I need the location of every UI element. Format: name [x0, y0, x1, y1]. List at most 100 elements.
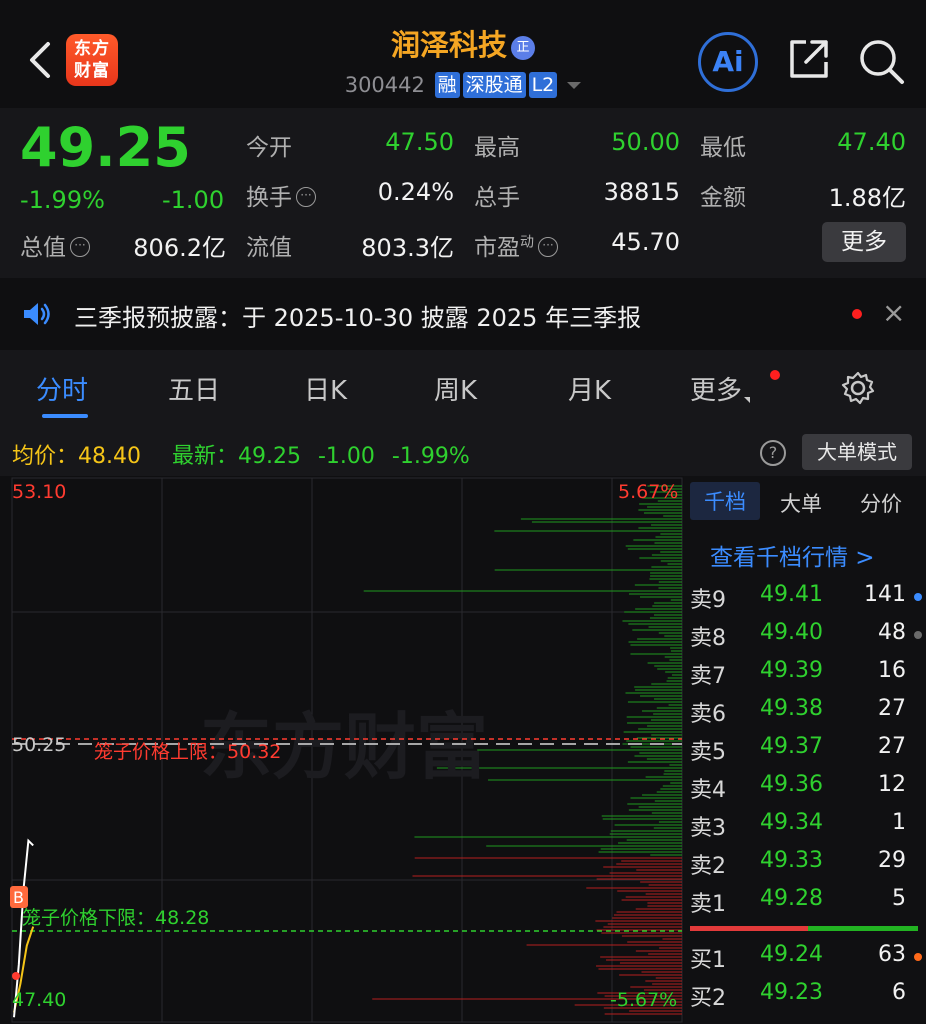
corner-caret-icon [744, 397, 751, 403]
big-order-mode-button[interactable]: 大单模式 [802, 434, 912, 470]
float-cap-label: 流值 [246, 235, 292, 261]
settings-gear-icon[interactable] [840, 370, 876, 410]
level-volume: 29 [878, 848, 906, 873]
tab-more[interactable]: 更多 [690, 370, 751, 407]
info-icon[interactable]: ··· [296, 187, 316, 207]
notice-bar[interactable]: 三季报预披露：于 2025-10-30 披露 2025 年三季报 × [0, 278, 926, 350]
change-percent: -1.99% [20, 186, 105, 214]
level-volume: 16 [878, 658, 906, 683]
level-label: 卖4 [690, 778, 726, 803]
level-dot [914, 593, 922, 601]
level-label: 买1 [690, 948, 726, 973]
level-label: 卖3 [690, 816, 726, 841]
ai-button[interactable]: Ai [698, 32, 758, 92]
level-volume: 1 [892, 810, 906, 835]
price-top-label: 53.10 [12, 481, 66, 503]
active-tab-indicator [42, 414, 88, 418]
tab-price-volume[interactable]: 分价 [860, 488, 902, 518]
help-icon[interactable]: ? [760, 440, 786, 466]
top-bar: 东方财富 润泽科技正 300442 融深股通 L2 Ai [0, 0, 926, 108]
tab-monthly-k[interactable]: 月K [568, 370, 611, 407]
avg-price-legend: 均价：48.40 [12, 444, 141, 469]
level-price: 49.41 [760, 582, 823, 607]
last-price: 49.25 [20, 116, 191, 179]
pe-dynamic-sup: 动 [520, 234, 534, 251]
chart-legend-bar: 均价：48.40 最新：49.25 -1.00 -1.99% ? 大单模式 [0, 428, 926, 476]
ask-row[interactable]: 卖1 49.28 5 [684, 882, 926, 918]
search-icon[interactable] [856, 36, 908, 88]
pct-bottom-label: -5.67% [610, 989, 677, 1011]
level-volume: 63 [878, 942, 906, 967]
tab-daily-k[interactable]: 日K [304, 370, 347, 407]
view-depth-link[interactable]: 查看千档行情 > [710, 538, 875, 572]
open-label: 今开 [246, 135, 292, 161]
chevron-down-icon[interactable] [567, 82, 582, 89]
level-volume: 141 [864, 582, 906, 607]
level-price: 49.37 [760, 734, 823, 759]
level-price: 49.33 [760, 848, 823, 873]
level-volume: 6 [892, 980, 906, 1005]
high-label: 最高 [474, 135, 520, 161]
ask-row[interactable]: 卖9 49.41 141 [684, 578, 926, 614]
level-label: 买2 [690, 986, 726, 1011]
turnover-label-text: 换手 [246, 185, 292, 211]
tab-weekly-k[interactable]: 周K [434, 370, 477, 407]
tab-depth[interactable]: 千档 [690, 482, 760, 520]
level-label: 卖9 [690, 588, 726, 613]
stock-badge: 正 [511, 36, 535, 60]
change-amount: -1.00 [162, 186, 225, 214]
tab-five-day[interactable]: 五日 [168, 370, 220, 407]
first-trade-dot [12, 972, 20, 980]
level-price: 49.23 [760, 980, 823, 1005]
low-label: 最低 [700, 135, 746, 161]
level-price: 49.36 [760, 772, 823, 797]
turnover-label: 换手 ··· [246, 178, 316, 212]
open-value: 47.50 [385, 128, 454, 156]
close-icon[interactable]: × [882, 296, 905, 329]
latest-pct-text: -1.99% [391, 444, 470, 469]
ask-row[interactable]: 卖5 49.37 27 [684, 730, 926, 766]
volume-label: 总手 [474, 185, 520, 211]
tab-big-orders[interactable]: 大单 [780, 488, 822, 518]
level-label: 卖2 [690, 854, 726, 879]
tab-intraday[interactable]: 分时 [36, 370, 88, 407]
stock-code: 300442 [344, 73, 425, 97]
price-bottom-label: 47.40 [12, 989, 66, 1011]
sell-ratio-bar [690, 926, 808, 931]
turnover-value: 0.24% [377, 178, 454, 206]
more-quote-button[interactable]: 更多 [822, 222, 906, 262]
market-cap-value: 806.2亿 [133, 234, 226, 262]
level-price: 49.40 [760, 620, 823, 645]
amount-label: 金额 [700, 185, 746, 211]
speaker-icon [22, 300, 52, 332]
ask-row[interactable]: 卖3 49.34 1 [684, 806, 926, 842]
float-cap-value: 803.3亿 [361, 234, 454, 262]
buy-marker-text: B [13, 888, 24, 907]
level2-tag: L2 [528, 72, 558, 98]
level-price: 49.34 [760, 810, 823, 835]
ask-row[interactable]: 卖8 49.40 48 [684, 616, 926, 652]
share-icon[interactable] [786, 36, 832, 82]
level-label: 卖7 [690, 664, 726, 689]
ask-row[interactable]: 卖2 49.33 29 [684, 844, 926, 880]
chart-tabs: 分时 五日 日K 周K 月K 更多 [0, 350, 926, 428]
low-value: 47.40 [837, 128, 906, 156]
intraday-chart[interactable]: 东方财富 B 53.10 5.67% 50.25 笼子价格上限：50.32 笼子… [0, 476, 684, 1024]
pe-label-text: 市盈 [474, 235, 520, 261]
ask-row[interactable]: 卖6 49.38 27 [684, 692, 926, 728]
bid-row[interactable]: 买2 49.23 6 [684, 976, 926, 1012]
pe-label: 市盈动 ··· [474, 228, 558, 262]
info-icon[interactable]: ··· [70, 237, 90, 257]
volume-value: 38815 [603, 178, 680, 206]
new-dot [770, 370, 780, 380]
info-icon[interactable]: ··· [538, 237, 558, 257]
market-cap-label: 总值 ··· [20, 228, 90, 262]
chart-canvas: 东方财富 B 53.10 5.67% 50.25 笼子价格上限：50.32 笼子… [10, 477, 683, 1023]
ask-row[interactable]: 卖7 49.39 16 [684, 654, 926, 690]
bid-row[interactable]: 买1 49.24 63 [684, 938, 926, 974]
level-price: 49.39 [760, 658, 823, 683]
stock-name: 润泽科技 [390, 28, 507, 62]
upper-cage-label: 笼子价格上限：50.32 [94, 741, 281, 763]
level-label: 卖1 [690, 892, 726, 917]
ask-row[interactable]: 卖4 49.36 12 [684, 768, 926, 804]
